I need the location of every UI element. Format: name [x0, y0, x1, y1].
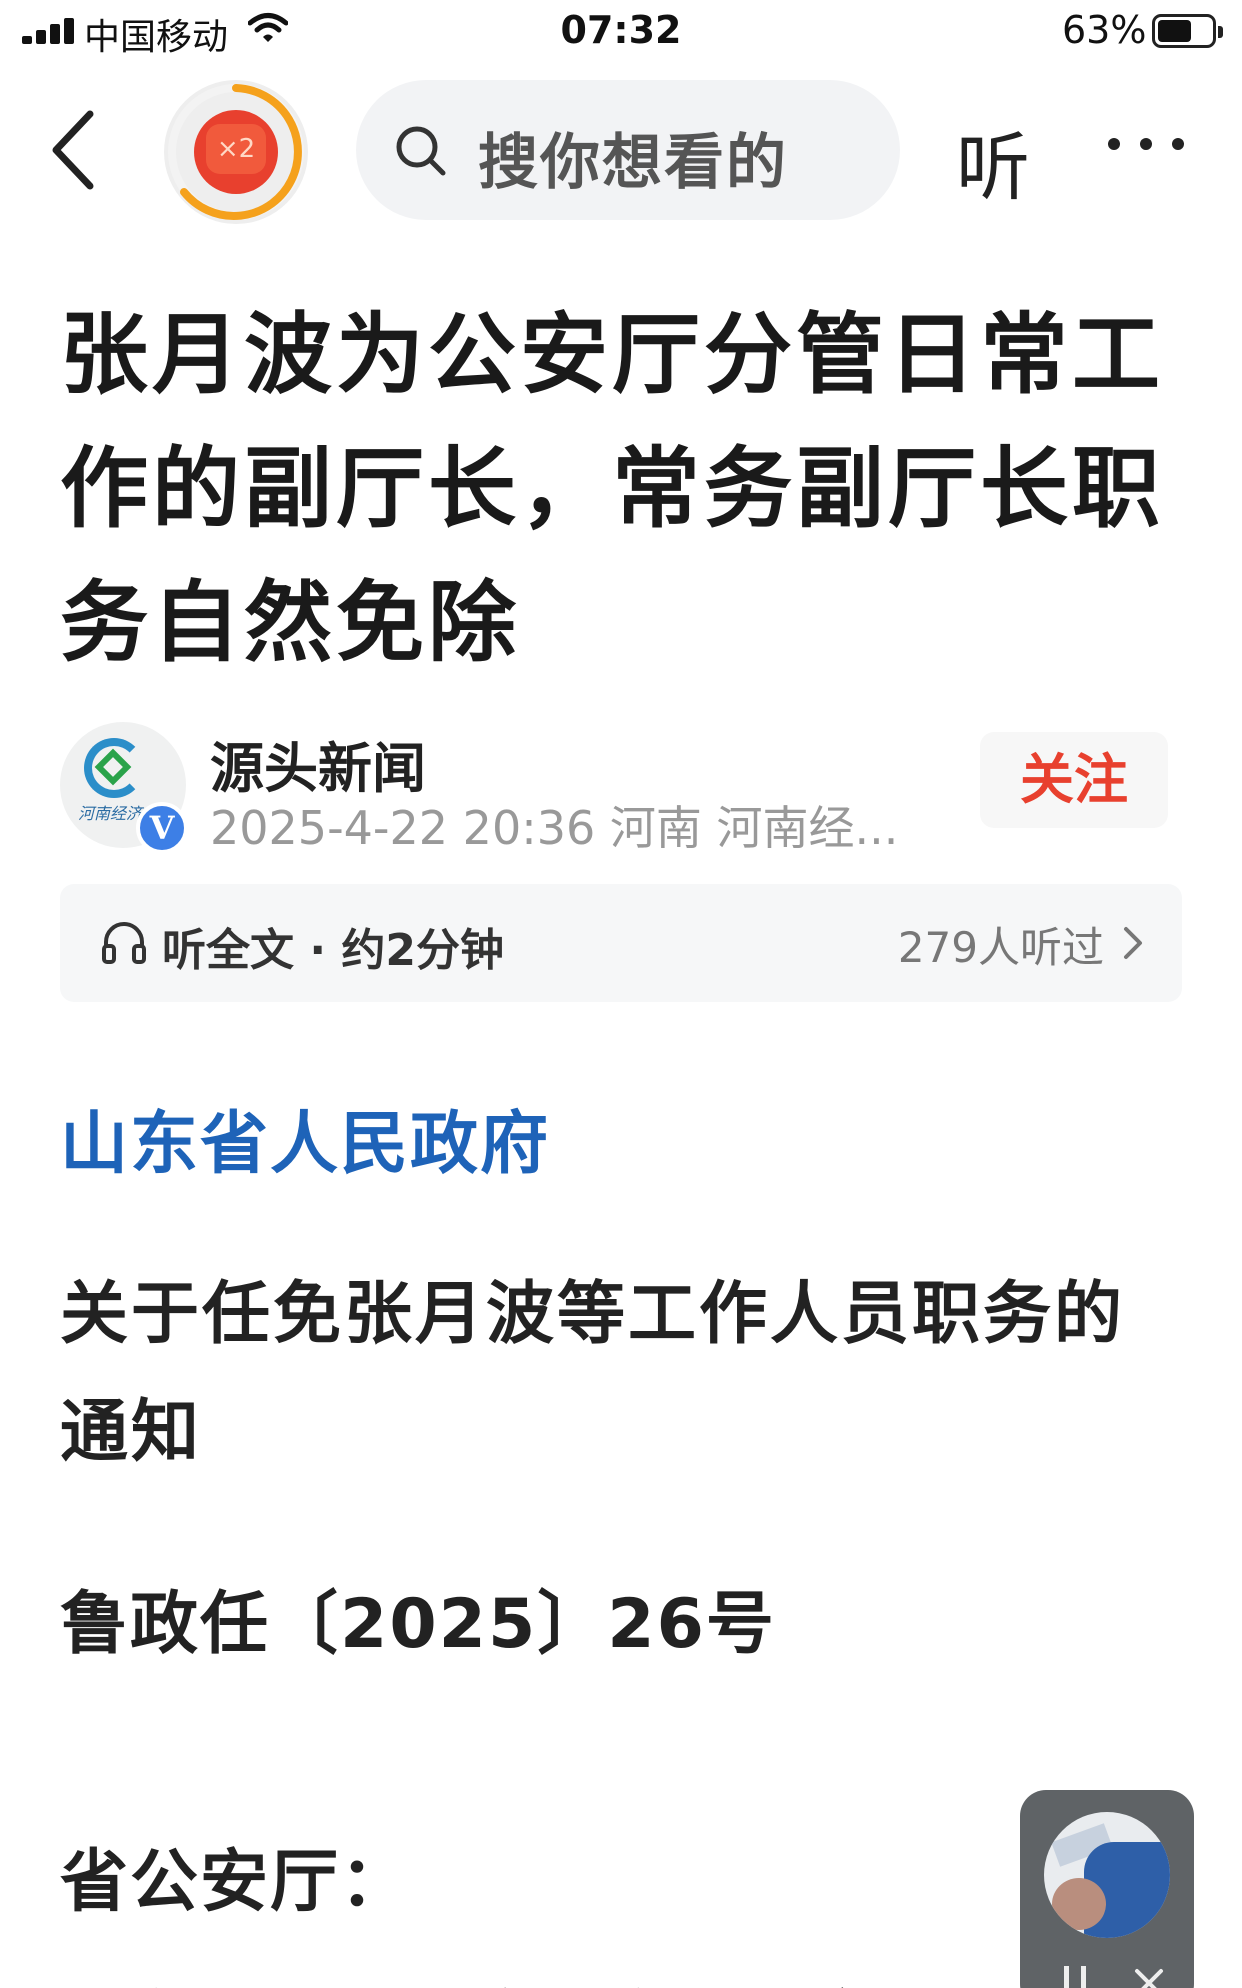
search-placeholder: 搜你想看的 [478, 128, 788, 198]
audio-cover-image[interactable] [1044, 1812, 1170, 1938]
follow-button[interactable]: 关注 [980, 732, 1168, 828]
listen-count: 279人听过 [897, 923, 1104, 972]
red-packet-button[interactable]: ×2 [164, 80, 308, 224]
multiplier-badge: ×2 [206, 124, 266, 174]
document-number: 鲁政任〔2025〕26号 [60, 1585, 776, 1664]
author-avatar[interactable]: 河南经济 V [60, 722, 188, 854]
status-bar: 中国移动 07:32 63% [0, 0, 1242, 62]
more-icon[interactable] [1104, 138, 1188, 158]
back-icon[interactable] [46, 108, 106, 192]
listen-button[interactable]: 听 [956, 108, 1030, 215]
chevron-right-icon [1124, 927, 1142, 959]
verified-icon: V [136, 802, 188, 854]
battery-icon [1152, 14, 1223, 48]
addressee: 省公安厅： [60, 1843, 411, 1922]
avatar-logo-text: 河南经济 [78, 804, 143, 823]
close-icon[interactable] [1132, 1966, 1166, 1988]
battery-percent: 63% [1062, 8, 1147, 52]
author-meta: 2025-4-22 20:36 河南 河南经... [210, 801, 899, 855]
search-icon [396, 126, 446, 176]
status-time: 07:32 [560, 8, 682, 52]
author-row: 河南经济 V 源头新闻 2025-4-22 20:36 河南 河南经... 关注 [60, 722, 1180, 855]
pause-icon[interactable] [1064, 1966, 1086, 1988]
search-bar[interactable]: 搜你想看的 [356, 80, 900, 220]
floating-audio-player[interactable] [1020, 1790, 1194, 1988]
body-paragraph: 山东省人民政府决定：任命 [60, 1966, 960, 1988]
top-nav: ×2 搜你想看的 听 [0, 74, 1242, 224]
article-title: 张月波为公安厅分管日常工作的副厅长，常务副厅长职务自然免除 [60, 303, 1165, 674]
listen-full-text-bar[interactable]: 听全文 · 约2分钟 279人听过 [60, 884, 1182, 1002]
issuer-link[interactable]: 山东省人民政府 [60, 1088, 550, 1187]
headphone-icon [102, 922, 146, 964]
body-text: 山东省人民政府决定：任命 [60, 1968, 960, 1988]
listen-label: 听全文 · 约2分钟 [162, 925, 504, 976]
notice-title: 关于任免张月波等工作人员职务的通知 [60, 1275, 1126, 1472]
